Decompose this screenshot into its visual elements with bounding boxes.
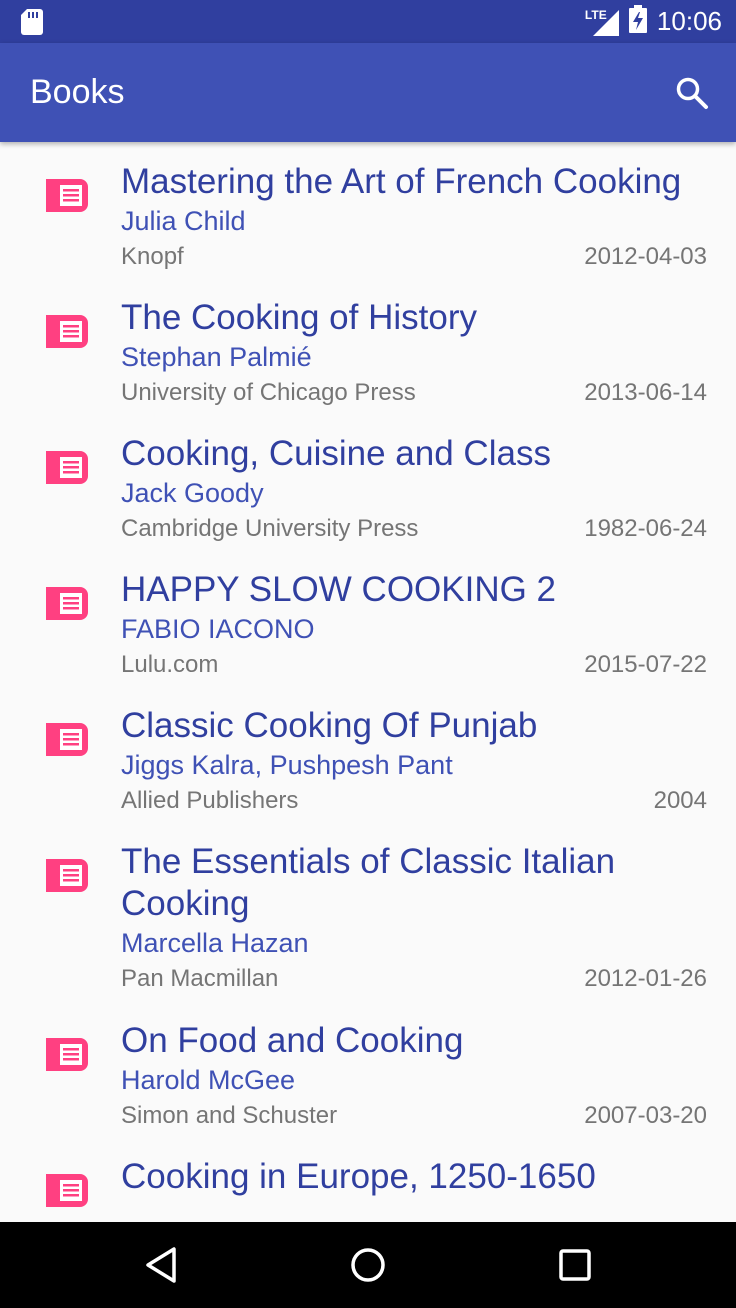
book-publisher: Lulu.com [121,651,219,678]
book-author: Jack Goody [121,478,264,508]
book-list-item[interactable]: Cooking in Europe, 1250-1650 [0,1156,736,1222]
book-icon [46,1038,88,1071]
book-list-item[interactable]: The Cooking of History Stephan Palmié Univ… [0,297,736,419]
book-list-item[interactable]: The Essentials of Classic Italian Cookin… [0,841,736,1005]
book-publisher: Pan Macmillan [121,965,279,992]
book-title: The Essentials of Classic Italian Cookin… [121,842,616,923]
page-title: Books [30,73,125,111]
book-author: Marcella Hazan [121,928,309,958]
book-title: The Cooking of History [121,298,477,337]
network-label: LTE [584,7,607,22]
sd-card-icon [21,9,43,40]
status-bar: LTE 10:06 [0,0,736,43]
book-list[interactable]: Mastering the Art of French Cooking Julia… [0,142,736,1222]
book-title: HAPPY SLOW COOKING 2 [121,570,557,609]
book-icon [46,587,88,620]
book-author: Julia Child [121,206,246,236]
book-date: 1982-06-24 [584,515,707,542]
book-title: Mastering the Art of French Cooking [121,162,682,201]
book-author: FABIO IACONO [121,614,315,644]
book-date: 2013-06-14 [584,379,707,406]
book-icon [46,1174,88,1207]
book-date: 2007-03-20 [584,1102,707,1129]
book-publisher: Simon and Schuster [121,1102,338,1129]
back-icon [146,1247,176,1283]
signal-icon: LTE [585,8,619,36]
book-icon [46,451,88,484]
book-publisher: Knopf [121,243,184,270]
book-list-item[interactable]: Classic Cooking Of Punjab Jiggs Kalra, Pu… [0,705,736,827]
app-bar: Books [0,43,736,142]
book-list-item[interactable]: HAPPY SLOW COOKING 2 FABIO IACONO Lulu.com… [0,569,736,691]
book-date: 2012-01-26 [584,965,707,992]
battery-charging-icon [628,5,647,38]
book-title: Cooking in Europe, 1250-1650 [121,1157,596,1196]
recents-icon [559,1249,591,1281]
home-button[interactable] [345,1242,391,1288]
book-list-item[interactable]: Mastering the Art of French Cooking Julia… [0,161,736,283]
back-button[interactable] [138,1242,184,1288]
book-publisher: University of Chicago Press [121,379,416,406]
book-date: 2004 [653,787,707,814]
book-title: Classic Cooking Of Punjab [121,706,538,745]
book-author: Jiggs Kalra, Pushpesh Pant [121,750,453,780]
book-list-item[interactable]: Cooking, Cuisine and Class Jack Goody Camb… [0,433,736,555]
book-publisher: Cambridge University Press [121,515,419,542]
status-time: 10:06 [656,6,722,36]
search-icon [676,77,708,109]
book-title: On Food and Cooking [121,1021,464,1060]
navigation-bar [0,1222,736,1308]
book-author: Stephan Palmié [121,342,312,372]
book-icon [46,315,88,348]
book-publisher: Allied Publishers [121,787,299,814]
book-date: 2015-07-22 [584,651,707,678]
recents-button[interactable] [552,1242,598,1288]
home-icon [351,1248,385,1282]
book-icon [46,723,88,756]
search-button[interactable] [670,71,714,115]
book-author: Harold McGee [121,1065,296,1095]
book-title: Cooking, Cuisine and Class [121,434,551,473]
book-list-item[interactable]: On Food and Cooking Harold McGee Simon and… [0,1020,736,1142]
book-icon [46,179,88,212]
book-date: 2012-04-03 [584,243,707,270]
book-icon [46,859,88,892]
